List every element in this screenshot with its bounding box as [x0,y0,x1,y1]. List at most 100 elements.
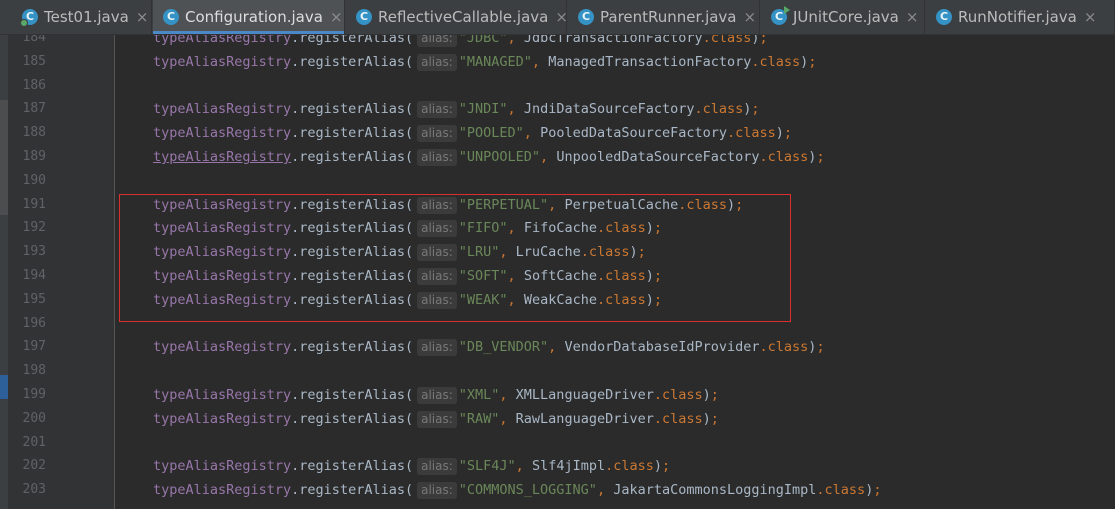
field-reference: typeAliasRegistry [153,458,292,475]
method-call: .registerAlias( [291,387,414,403]
code-line[interactable]: 191 typeAliasRegistry.registerAlias(alias… [0,193,1115,217]
editor-tab-bar: C Test01.java × C Configuration.java × C… [0,0,1115,35]
statement-end: ); [645,268,663,284]
code-statement: typeAliasRegistry.registerAlias(alias: "S… [153,458,671,476]
string-literal: "UNPOOLED" [458,149,541,165]
string-literal: "PERPETUAL" [458,196,549,213]
code-line[interactable]: 190 [0,169,1115,193]
method-call: .registerAlias( [291,53,414,70]
class-keyword: .class [605,458,654,475]
line-number: 198 [22,363,46,379]
field-reference: typeAliasRegistry [153,339,292,356]
class-name: Slf4jImpl [531,458,606,475]
string-literal: "LRU" [458,244,500,261]
code-line[interactable]: 196 [0,312,1115,336]
code-line[interactable]: 194 typeAliasRegistry.registerAlias(alias… [0,264,1115,288]
code-line[interactable]: 188 typeAliasRegistry.registerAlias(alias… [0,121,1115,145]
close-icon[interactable]: × [1084,8,1097,26]
statement-end: ); [775,125,793,142]
method-call: .registerAlias( [291,410,414,427]
close-icon[interactable]: × [330,8,343,26]
code-statement: typeAliasRegistry.registerAlias(alias: "F… [153,220,663,238]
tab-parent-runner[interactable]: C ParentRunner.java × [568,0,760,34]
close-icon[interactable]: × [906,8,919,26]
close-icon[interactable]: × [555,8,568,26]
line-number: 192 [22,220,46,236]
class-name: WeakCache [523,291,597,308]
code-statement: typeAliasRegistry.registerAlias(alias: "X… [153,387,719,404]
tab-junit-core[interactable]: C JUnitCore.java × [761,0,925,34]
line-number: 186 [22,77,46,93]
class-keyword: .class [596,268,646,284]
code-line[interactable]: 192 typeAliasRegistry.registerAlias(alias… [0,216,1115,240]
parameter-hint: alias: [417,387,457,404]
method-call: .registerAlias( [291,291,414,308]
java-class-icon: C [163,9,179,25]
tab-configuration[interactable]: C Configuration.java × [153,0,345,34]
line-number: 193 [22,244,46,260]
code-statement: typeAliasRegistry.registerAlias(alias: "L… [153,244,646,262]
method-call: .registerAlias( [291,268,414,284]
class-name: ManagedTransactionFactory [548,53,752,70]
close-icon[interactable]: × [136,8,149,26]
tab-run-notifier[interactable]: C RunNotifier.java × [926,0,1115,34]
code-statement: typeAliasRegistry.registerAlias(alias: "S… [153,268,663,285]
code-line[interactable]: 186 [0,74,1115,98]
string-literal: "WEAK" [458,291,508,308]
string-literal: "FIFO" [458,220,508,237]
parameter-hint: alias: [417,125,457,143]
line-number: 195 [22,291,46,307]
code-editor[interactable]: 184 typeAliasRegistry.registerAlias(alias… [0,0,1115,509]
parameter-hint: alias: [417,291,457,309]
parameter-hint: alias: [417,196,457,214]
statement-end: ); [702,410,719,427]
statement-end: ); [629,244,646,261]
code-line[interactable]: 193 typeAliasRegistry.registerAlias(alias… [0,240,1115,264]
line-number: 187 [22,101,46,117]
field-reference[interactable]: typeAliasRegistry [153,149,291,165]
code-line[interactable]: 203 typeAliasRegistry.registerAlias(alias… [0,478,1115,502]
tab-test01[interactable]: C Test01.java × [12,0,152,34]
class-keyword: .class [694,101,744,118]
code-statement: typeAliasRegistry.registerAlias(alias: "P… [153,125,793,143]
method-call: .registerAlias( [291,149,414,165]
string-literal: "POOLED" [458,125,524,142]
tab-label: Configuration.java [185,8,323,26]
tab-label: ParentRunner.java [600,8,737,26]
parameter-hint: alias: [417,244,457,262]
code-line[interactable]: 198 [0,359,1115,383]
line-number: 203 [22,482,46,498]
line-number: 185 [22,53,46,69]
class-name: FifoCache [523,220,597,237]
class-name: XMLLanguageDriver [515,387,654,403]
close-icon[interactable]: × [744,8,757,26]
code-line[interactable]: 202 typeAliasRegistry.registerAlias(alias… [0,454,1115,478]
field-reference: typeAliasRegistry [153,291,292,308]
statement-end: ); [865,482,882,499]
statement-end: ); [645,291,663,308]
code-line[interactable]: 199 typeAliasRegistry.registerAlias(alias… [0,383,1115,407]
code-line[interactable]: 185 typeAliasRegistry.registerAlias(alias… [0,50,1115,74]
statement-end: ); [653,458,671,475]
class-keyword: .class [596,291,646,308]
code-line[interactable]: 189 typeAliasRegistry.registerAlias(alias… [0,145,1115,169]
line-number: 194 [22,268,46,283]
statement-end: ); [645,220,663,237]
method-call: .registerAlias( [291,101,414,118]
field-reference: typeAliasRegistry [153,53,292,70]
code-line[interactable]: 187 typeAliasRegistry.registerAlias(alias… [0,97,1115,121]
line-number: 189 [22,149,46,164]
code-statement: typeAliasRegistry.registerAlias(alias: "M… [153,53,817,71]
code-line[interactable]: 200 typeAliasRegistry.registerAlias(alias… [0,407,1115,431]
tab-label: ReflectiveCallable.java [378,8,549,26]
code-line[interactable]: 195 typeAliasRegistry.registerAlias(alias… [0,288,1115,312]
code-line[interactable]: 197 typeAliasRegistry.registerAlias(alias… [0,335,1115,359]
code-line[interactable]: 201 [0,431,1115,455]
java-class-icon: C [356,9,372,25]
class-name: PooledDataSourceFactory [540,125,727,142]
class-name: JndiDataSourceFactory [523,101,695,118]
code-statement: typeAliasRegistry.registerAlias(alias: "U… [153,149,825,166]
tab-reflective-callable[interactable]: C ReflectiveCallable.java × [346,0,568,34]
statement-end: ); [702,387,719,403]
class-name: LruCache [515,244,581,261]
